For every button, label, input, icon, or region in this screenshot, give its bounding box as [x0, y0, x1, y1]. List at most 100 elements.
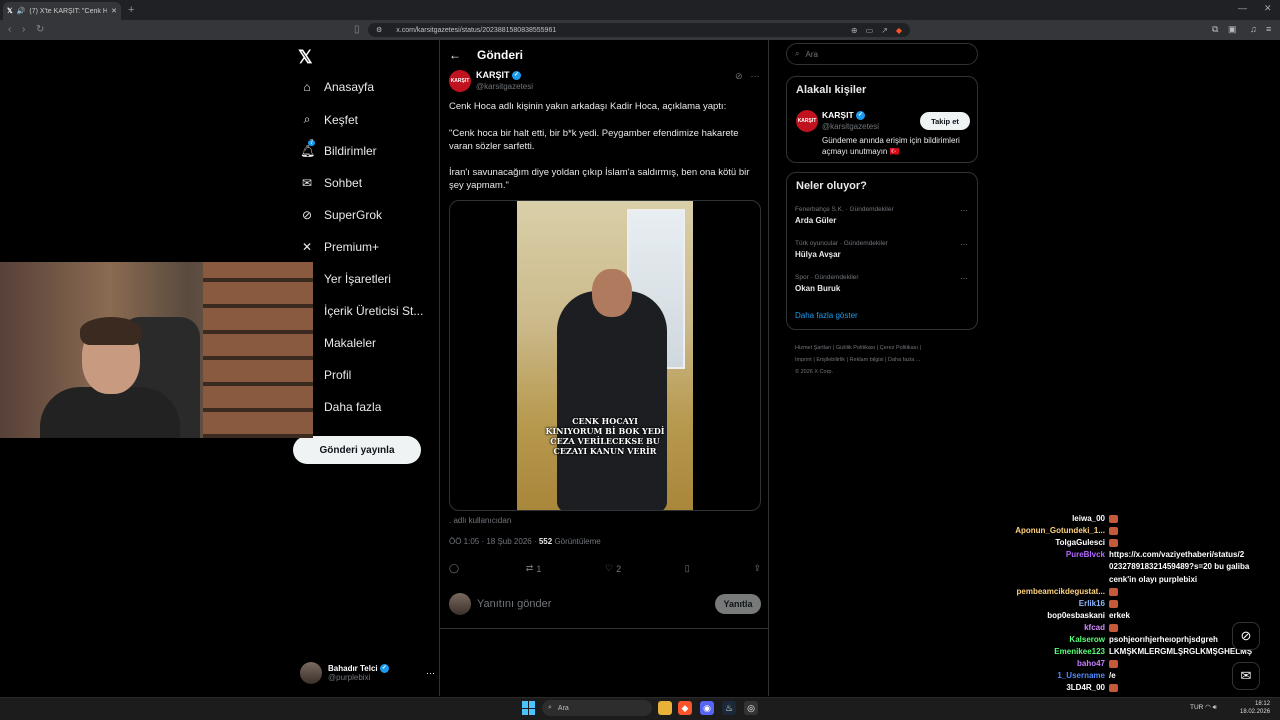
- bookmark-button[interactable]: ▯: [685, 563, 690, 574]
- brave-shield-icon[interactable]: ◆: [896, 26, 902, 35]
- media-credit[interactable]: . adlı kullanıcıdan: [449, 516, 511, 525]
- sidebar-item-notifications[interactable]: 🔔︎ 7 Bildirimler: [300, 140, 377, 158]
- author-handle[interactable]: @karsitgazetesi: [476, 82, 533, 91]
- obs-icon[interactable]: ◎: [744, 701, 758, 715]
- reply-input[interactable]: Yanıtını gönder: [477, 598, 709, 610]
- trend-context: Türk oyuncular · Gündemdekiler: [795, 240, 888, 247]
- footer-link[interactable]: Hizmet Şartları: [795, 345, 831, 351]
- volume-icon[interactable]: 🔊︎: [1213, 704, 1217, 711]
- wifi-icon[interactable]: ◠: [1205, 704, 1211, 711]
- reply-button[interactable]: ◯: [449, 563, 462, 574]
- sidebar-item-label: SuperGrok: [324, 208, 383, 222]
- wallet-icon[interactable]: ▣: [1228, 24, 1237, 35]
- account-switcher[interactable]: Bahadır Telci ✓ @purplebixi ⋯: [300, 660, 435, 686]
- clock[interactable]: 18:12 18.02.2026: [1240, 700, 1270, 716]
- relevant-name[interactable]: KARŞIT ✓: [822, 110, 866, 121]
- footer-link[interactable]: Daha fazla ...: [888, 357, 920, 363]
- chat-username[interactable]: PureBlvck: [1066, 550, 1105, 559]
- chat-username[interactable]: leiwa_00: [1072, 514, 1105, 523]
- author-avatar[interactable]: KARŞIT: [796, 110, 818, 132]
- site-info-icon[interactable]: ⚙: [376, 26, 382, 34]
- follow-button[interactable]: Takip et: [920, 112, 970, 130]
- back-arrow-icon[interactable]: ←: [449, 48, 461, 62]
- reply-submit-button[interactable]: Yanıtla: [715, 594, 761, 614]
- trend-item[interactable]: Türk oyuncular · Gündemdekiler Hülya Avş…: [795, 240, 970, 259]
- more-options-icon[interactable]: ⋯: [960, 206, 968, 215]
- repost-button[interactable]: ⇄ 1: [526, 563, 542, 574]
- back-icon[interactable]: ‹: [8, 24, 11, 35]
- search-input[interactable]: ⌕ Ara: [786, 43, 978, 65]
- sidebar-item-bookmarks[interactable]: ▯Yer İşaretleri: [300, 272, 391, 286]
- post-button[interactable]: Gönderi yayınla: [293, 436, 421, 464]
- bookmark-icon: ▯: [684, 563, 690, 573]
- brave-browser-icon[interactable]: ◆: [678, 701, 692, 715]
- forward-icon[interactable]: ›: [22, 24, 25, 35]
- chat-username[interactable]: Erlik16: [1079, 599, 1105, 608]
- like-button[interactable]: ♡ 2: [605, 563, 621, 574]
- taskbar-search[interactable]: ⌕ Ara: [542, 700, 652, 716]
- extensions-icon[interactable]: ⧉: [1212, 24, 1218, 35]
- system-tray[interactable]: TUR ◠ 🔊︎: [1190, 703, 1217, 712]
- new-tab-button[interactable]: +: [128, 4, 134, 16]
- share-button[interactable]: ⇪: [753, 563, 761, 574]
- chat-username[interactable]: kfcad: [1084, 623, 1105, 632]
- trend-context: Fenerbahçe S.K. · Gündemdekiler: [795, 206, 894, 213]
- grok-float-icon[interactable]: ⊘: [1232, 622, 1260, 650]
- windows-start-icon[interactable]: [522, 701, 536, 715]
- sidebar-item-supergrok[interactable]: ⊘ SuperGrok: [300, 208, 382, 222]
- chat-username[interactable]: 3LD4R_00: [1066, 683, 1105, 692]
- more-options-icon[interactable]: ⋯: [960, 240, 968, 249]
- chat-username[interactable]: TolgaGulesci: [1055, 538, 1105, 547]
- zoom-icon[interactable]: ⊕: [851, 26, 858, 35]
- sidebar-item-explore[interactable]: ⌕ Keşfet: [300, 112, 358, 127]
- trend-topic: Okan Buruk: [795, 284, 841, 293]
- sidebar-item-chat[interactable]: ✉ Sohbet: [300, 176, 362, 190]
- address-bar[interactable]: ⚙ x.com/karsitgazetesi/status/2023881580…: [368, 23, 910, 37]
- chat-username[interactable]: 1_Username: [1057, 671, 1105, 680]
- chat-username[interactable]: baho47: [1077, 659, 1105, 668]
- chat-username[interactable]: Kalserow: [1069, 635, 1105, 644]
- minimize-button[interactable]: —: [1238, 3, 1247, 13]
- sidebar-item-creator-studio[interactable]: ⚡İçerik Üreticisi St...: [300, 304, 423, 318]
- footer-link[interactable]: Çerez Politikası: [880, 345, 918, 351]
- chat-username[interactable]: bop0esbaskani: [1047, 611, 1105, 620]
- share-icon[interactable]: ↗: [881, 26, 888, 35]
- close-tab-icon[interactable]: ✕: [111, 7, 117, 15]
- browser-tab[interactable]: 𝕏 🔊 (7) X'te KARŞIT: "Cenk Hoca a ✕: [3, 2, 121, 20]
- footer-link[interactable]: Imprint: [795, 357, 812, 363]
- show-more-link[interactable]: Daha fazla göster: [795, 311, 858, 320]
- footer-link[interactable]: Reklam bilgisi: [850, 357, 884, 363]
- chat-username[interactable]: pembeamcikdegustat...: [1017, 587, 1105, 596]
- author-name[interactable]: KARŞIT ✓: [476, 70, 522, 81]
- menu-icon[interactable]: ≡: [1266, 24, 1271, 34]
- steam-icon[interactable]: ♨: [722, 701, 736, 715]
- close-window-button[interactable]: ✕: [1264, 3, 1272, 14]
- author-avatar[interactable]: KARŞIT: [449, 70, 471, 92]
- trend-item[interactable]: Fenerbahçe S.K. · Gündemdekiler Arda Gül…: [795, 206, 970, 225]
- x-logo-icon[interactable]: 𝕏: [298, 47, 313, 68]
- bookmark-page-icon[interactable]: ▯: [354, 24, 360, 35]
- language-indicator[interactable]: TUR: [1190, 704, 1203, 711]
- discord-icon[interactable]: ◉: [700, 701, 714, 715]
- grok-icon[interactable]: ⊘: [735, 71, 743, 82]
- sidebar-item-label: Makaleler: [324, 336, 377, 350]
- sidebar-item-home[interactable]: ⌂ Anasayfa: [300, 80, 374, 94]
- video-person-head: [592, 269, 632, 317]
- post-timestamp[interactable]: ÖÖ 1:05 · 18 Şub 2026 ·: [449, 537, 537, 546]
- file-explorer-icon[interactable]: [658, 701, 672, 715]
- sidebar-item-premium[interactable]: ✕ Premium+: [300, 240, 379, 254]
- chat-username[interactable]: Aponun_Gotundeki_1...: [1015, 526, 1105, 535]
- more-options-icon[interactable]: ⋯: [426, 668, 435, 679]
- messages-float-icon[interactable]: ✉: [1232, 662, 1260, 690]
- reload-icon[interactable]: ↻: [36, 24, 44, 35]
- chat-username[interactable]: Emenikee123: [1054, 647, 1105, 656]
- trend-item[interactable]: Spor · Gündemdekiler Okan Buruk ⋯: [795, 274, 970, 293]
- cast-icon[interactable]: ▭: [866, 26, 874, 35]
- footer-link[interactable]: Erişilebilirlik: [816, 357, 845, 363]
- more-options-icon[interactable]: ⋯: [751, 71, 760, 82]
- chat-message: cenk'in olayı purplebixi: [1109, 575, 1198, 584]
- footer-link[interactable]: Gizlilik Politikası: [836, 345, 875, 351]
- more-options-icon[interactable]: ⋯: [960, 274, 968, 283]
- post-video[interactable]: CENK HOCAYI KINIYORUM Bİ BOK YEDİ CEZA V…: [449, 200, 761, 511]
- media-icon[interactable]: ♫: [1250, 24, 1257, 34]
